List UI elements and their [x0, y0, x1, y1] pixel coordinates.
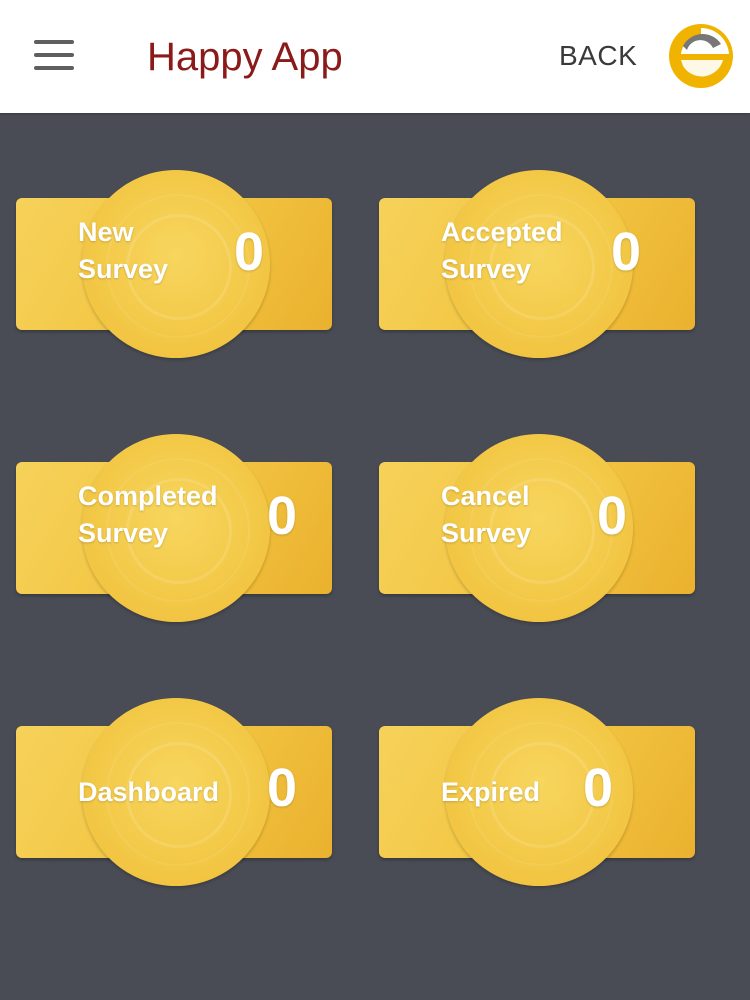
app-bar: Happy App BACK [0, 0, 750, 113]
menu-bar-bottom [34, 66, 74, 70]
tile-label: Dashboard [78, 777, 220, 807]
tile-label-line1: Cancel [441, 481, 530, 511]
brand-logo-icon [669, 24, 733, 88]
tile-count: 0 [234, 222, 265, 282]
tile-label-line1: Accepted [441, 217, 563, 247]
hamburger-menu-icon[interactable] [26, 30, 82, 80]
tile-label-line2: Survey [441, 518, 532, 548]
tile-label: Completed Survey [78, 478, 218, 552]
survey-grid: New Survey 0 Accepted Survey 0 Completed… [0, 113, 750, 1000]
tile-label-line1: Completed [78, 481, 218, 511]
tile-count: 0 [267, 758, 298, 818]
tile-label: Expired [441, 777, 541, 807]
menu-bar-top [34, 40, 74, 44]
tile-label: New Survey [78, 214, 168, 288]
tile-count: 0 [597, 486, 628, 546]
tile-label-line2: Survey [78, 518, 169, 548]
tile-accepted-survey[interactable]: Accepted Survey 0 [379, 170, 695, 358]
tile-label: Accepted Survey [441, 214, 563, 288]
tile-completed-survey[interactable]: Completed Survey 0 [16, 434, 332, 622]
back-button[interactable]: BACK [547, 36, 649, 76]
tile-dashboard[interactable]: Dashboard 0 [16, 698, 332, 886]
tile-cancel-survey[interactable]: Cancel Survey 0 [379, 434, 695, 622]
tile-expired[interactable]: Expired 0 [379, 698, 695, 886]
menu-bar-middle [34, 53, 74, 57]
tile-count: 0 [611, 222, 642, 282]
app-title: Happy App [147, 35, 343, 79]
tile-label: Cancel Survey [441, 478, 531, 552]
tile-label-line1: New [78, 217, 134, 247]
tile-count: 0 [583, 758, 614, 818]
tile-count: 0 [267, 486, 298, 546]
tile-label-line2: Survey [78, 254, 169, 284]
tile-label-line2: Survey [441, 254, 532, 284]
tile-new-survey[interactable]: New Survey 0 [16, 170, 332, 358]
